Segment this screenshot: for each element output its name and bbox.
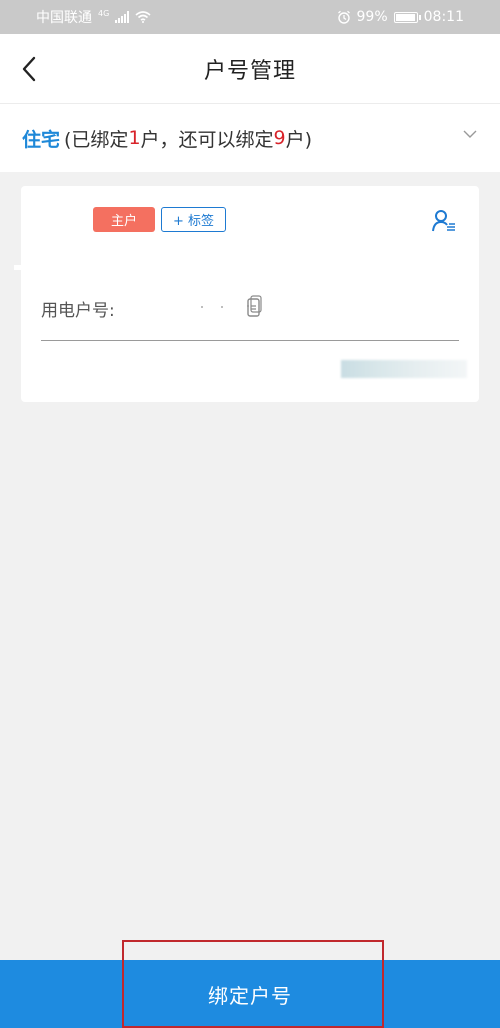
- blurred-address: [341, 360, 467, 378]
- signal-icon: [115, 11, 130, 23]
- remaining-count: 9: [273, 127, 286, 149]
- account-type-selector[interactable]: 住宅 (已绑定 1 户，还可以绑定 9 户): [0, 104, 500, 172]
- account-number-label: 用电户号:: [41, 301, 115, 321]
- bound-prefix: (已绑定: [64, 128, 129, 151]
- clock-time: 08:11: [423, 9, 464, 25]
- status-bar: 中国联通 4G 99% 08:11: [0, 0, 500, 34]
- top-navigation-bar: 户号管理: [0, 34, 500, 104]
- battery-icon: [393, 11, 421, 23]
- chevron-down-icon[interactable]: [462, 126, 478, 142]
- divider: [41, 340, 459, 341]
- account-card[interactable]: 主户 + 标签 用电户号:: [21, 186, 479, 402]
- user-manage-icon[interactable]: [431, 208, 457, 234]
- add-tag-button[interactable]: + 标签: [161, 207, 226, 232]
- page-title: 户号管理: [203, 58, 296, 84]
- bound-middle: 户，还可以绑定: [140, 128, 274, 151]
- bind-account-button[interactable]: 绑定户号: [0, 960, 500, 1028]
- battery-percent: 99%: [356, 9, 388, 25]
- bound-count: 1: [128, 127, 141, 149]
- primary-account-tag: 主户: [93, 207, 155, 232]
- account-type-name: 住宅: [22, 128, 61, 151]
- network-type: 4G: [98, 9, 110, 18]
- copy-icon[interactable]: [245, 294, 263, 320]
- account-number-value: [181, 304, 249, 310]
- bound-suffix: 户): [285, 128, 313, 151]
- alarm-icon: [337, 10, 350, 24]
- carrier-name: 中国联通: [36, 10, 92, 26]
- chevron-left-icon[interactable]: [18, 54, 42, 84]
- wifi-icon: [135, 11, 151, 23]
